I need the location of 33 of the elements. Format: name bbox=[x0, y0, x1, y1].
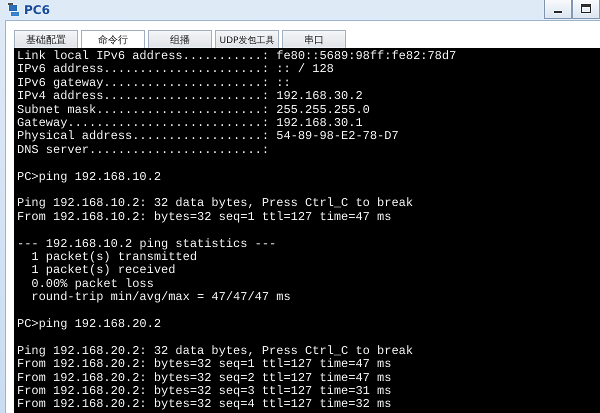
tab[interactable]: 命令行 bbox=[81, 30, 145, 50]
minimize-icon bbox=[554, 11, 562, 13]
minimize-button[interactable] bbox=[544, 0, 572, 19]
terminal-line: Link local IPv6 address...........: fe80::5689:98ff:fe82:78d7 bbox=[17, 50, 458, 63]
terminal-line: Gateway...........................: 192.168.30.1 bbox=[17, 117, 364, 130]
maximize-icon bbox=[581, 4, 591, 14]
terminal-line: IPv4 address......................: 192.168.30.2 bbox=[17, 90, 364, 104]
terminal-line: DNS server........................: bbox=[17, 144, 270, 158]
terminal-line: 0.00% packet loss bbox=[30, 278, 155, 291]
terminal-line: round-trip min/avg/max = 47/47/47 ms bbox=[30, 291, 292, 305]
window-title: PC6 bbox=[24, 3, 50, 17]
terminal-line: Ping 192.168.10.2: 32 data bytes, Press Ctrl_C to break bbox=[17, 197, 414, 211]
maximize-button[interactable] bbox=[572, 0, 600, 19]
terminal-line: Physical address..................: 54-89-98-E2-78-D7 bbox=[17, 130, 400, 144]
terminal-line: From 192.168.20.2: bytes=32 seq=1 ttl=127 time=47 ms bbox=[17, 358, 392, 372]
tab[interactable]: 组播 bbox=[148, 30, 212, 50]
tab[interactable]: UDP发包工具 bbox=[215, 30, 279, 50]
terminal-line: PC>ping 192.168.20.2 bbox=[17, 318, 162, 332]
terminal-line: IPv6 gateway......................: :: bbox=[17, 76, 292, 90]
terminal-line: From 192.168.20.2: bytes=32 seq=4 ttl=127 time=32 ms bbox=[17, 398, 392, 412]
tab[interactable]: 串口 bbox=[282, 30, 346, 50]
terminal-line: Ping 192.168.20.2: 32 data bytes, Press Ctrl_C to break bbox=[17, 344, 414, 358]
terminal-line: IPv6 address......................: :: / 128 bbox=[17, 63, 335, 77]
terminal-line: --- 192.168.10.2 ping statistics --- bbox=[17, 238, 278, 251]
terminal-line: From 192.168.20.2: bytes=32 seq=2 ttl=127 time=47 ms bbox=[17, 372, 392, 385]
tab[interactable]: 基础配置 bbox=[14, 30, 78, 50]
computer-icon bbox=[7, 3, 21, 17]
terminal-line: 1 packet(s) received bbox=[30, 264, 176, 278]
terminal-line: From 192.168.10.2: bytes=32 seq=1 ttl=127 time=47 ms bbox=[17, 210, 392, 224]
terminal-line: 1 packet(s) transmitted bbox=[30, 251, 198, 264]
terminal-line: Subnet mask.......................: 255.255.255.0 bbox=[17, 104, 371, 118]
terminal-line: PC>ping 192.168.10.2 bbox=[17, 170, 162, 184]
terminal-line: From 192.168.20.2: bytes=32 seq=3 ttl=127 time=31 ms bbox=[17, 385, 392, 398]
